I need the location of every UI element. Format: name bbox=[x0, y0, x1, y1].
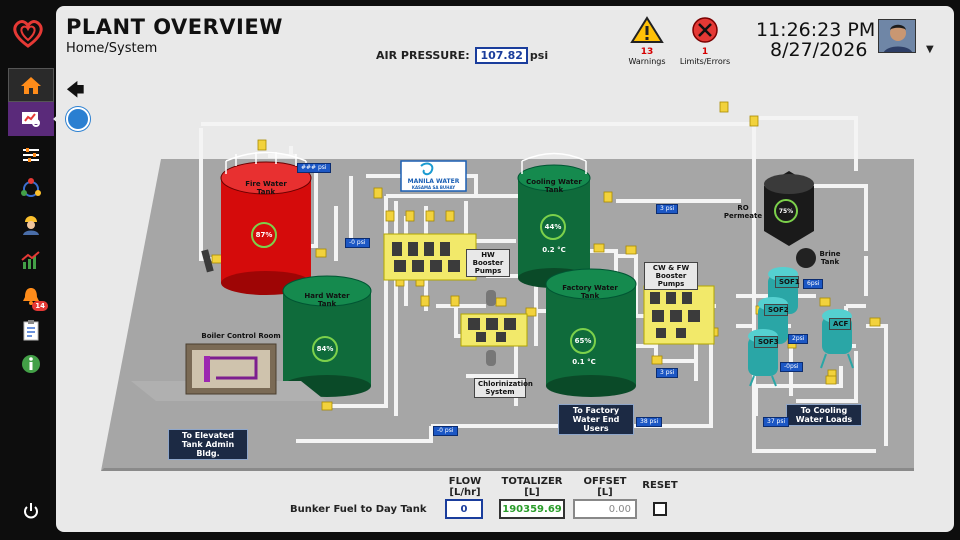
totalizer-value: 190359.69 bbox=[499, 499, 565, 519]
fire-psi: ### psi bbox=[297, 163, 331, 173]
factory-tank-temp: 0.1 °C bbox=[572, 358, 596, 366]
brand-logo-icon bbox=[13, 20, 43, 48]
sidebar: 14 bbox=[0, 0, 60, 540]
totalizer-title: TOTALIZER bbox=[501, 476, 563, 487]
factory-tank-level: 65% bbox=[570, 328, 596, 354]
monitor-icon bbox=[22, 112, 40, 127]
brine-tank bbox=[796, 248, 816, 268]
boiler-room-label: Boiler Control Room bbox=[201, 332, 281, 340]
chlorination-label: Chlorinization System bbox=[474, 378, 533, 398]
sidebar-item-settings[interactable] bbox=[8, 138, 54, 172]
flow-value: 0 bbox=[445, 499, 483, 519]
to-cooling-label: To Cooling Water Loads bbox=[786, 404, 862, 426]
main-panel: PLANT OVERVIEW Home/System AIR PRESSURE:… bbox=[56, 6, 954, 532]
manila-water-tagline: KASAMA SA BUHAY bbox=[411, 185, 456, 190]
offset-input[interactable]: 0.00 bbox=[573, 499, 637, 519]
sof2-label: SOF2 bbox=[764, 304, 789, 316]
brine-tank-label: Brine Tank bbox=[819, 250, 841, 266]
factory-tank-label: Factory Water Tank bbox=[562, 284, 618, 300]
sidebar-item-alarms[interactable]: 14 bbox=[8, 279, 54, 313]
alarm-count-badge: 14 bbox=[32, 301, 48, 311]
offset-unit: [L] bbox=[597, 487, 613, 498]
factory-psi-a: 3 psi bbox=[656, 368, 679, 378]
sof1-psi: 6psi bbox=[803, 279, 824, 289]
sidebar-item-cycle[interactable] bbox=[8, 172, 54, 206]
info-icon bbox=[22, 355, 40, 373]
fire-tank-level: 87% bbox=[251, 222, 277, 248]
power-icon bbox=[24, 503, 38, 519]
sidebar-item-info[interactable] bbox=[8, 347, 54, 381]
sidebar-item-reports[interactable] bbox=[8, 313, 54, 347]
sof3-label: SOF3 bbox=[754, 336, 779, 348]
offset-header: OFFSET [L] bbox=[572, 476, 638, 498]
hw-booster-pumps bbox=[383, 233, 477, 281]
offset-title: OFFSET bbox=[583, 476, 627, 487]
sof1-label: SOF1 bbox=[775, 276, 800, 288]
hw-booster-label: HW Booster Pumps bbox=[466, 249, 510, 277]
hard-tank-level: 84% bbox=[312, 336, 338, 362]
cooling-tank-temp: 0.2 °C bbox=[542, 246, 566, 254]
cw-fw-booster-pumps bbox=[643, 285, 715, 345]
sidebar-item-monitor[interactable] bbox=[8, 102, 60, 136]
sidebar-item-trends[interactable] bbox=[8, 243, 54, 277]
flow-unit: [L/hr] bbox=[449, 487, 481, 498]
cooling-tank-label: Cooling Water Tank bbox=[526, 178, 582, 194]
flow-header: FLOW [L/hr] bbox=[440, 476, 490, 498]
sidebar-item-personnel[interactable] bbox=[8, 207, 54, 241]
hard-psi: -0 psi bbox=[345, 238, 370, 248]
acf-label: ACF bbox=[829, 318, 851, 330]
hard-tank-label: Hard Water Tank bbox=[304, 292, 350, 308]
elevated-psi: -0 psi bbox=[433, 426, 458, 436]
fire-tank-label: Fire Water Tank bbox=[245, 180, 287, 196]
bunker-row-label: Bunker Fuel to Day Tank bbox=[290, 504, 427, 515]
flow-title: FLOW bbox=[448, 476, 482, 487]
to-factory-label: To Factory Water End Users bbox=[558, 404, 634, 435]
reset-header: RESET bbox=[642, 480, 678, 491]
cw-booster-label: CW & FW Booster Pumps bbox=[644, 262, 698, 290]
reset-checkbox[interactable] bbox=[653, 502, 667, 516]
cooling-psi: 3 psi bbox=[656, 204, 679, 214]
cycle-icon bbox=[21, 178, 41, 197]
to-elevated-tank-label: To Elevated Tank Admin Bldg. bbox=[168, 429, 248, 460]
clipboard-icon bbox=[23, 320, 39, 341]
sidebar-item-logout[interactable] bbox=[8, 494, 54, 528]
totalizer-header: TOTALIZER [L] bbox=[497, 476, 567, 498]
home-icon bbox=[21, 77, 41, 94]
sidebar-item-home[interactable] bbox=[8, 68, 54, 102]
ro-tank-level: 75% bbox=[774, 199, 798, 223]
sliders-icon bbox=[23, 148, 39, 162]
worker-icon bbox=[23, 216, 39, 235]
ro-permeate-label: RO Permeate bbox=[723, 204, 763, 220]
factory-psi-b: 38 psi bbox=[636, 417, 663, 427]
sof2-psi: 2psi bbox=[788, 334, 809, 344]
sof3-psi: -0psi bbox=[780, 362, 803, 372]
chart-icon bbox=[21, 251, 40, 269]
totalizer-unit: [L] bbox=[524, 487, 540, 498]
cooling-tank-level: 44% bbox=[540, 214, 566, 240]
cooling-psi-b: 37 psi bbox=[763, 417, 790, 427]
